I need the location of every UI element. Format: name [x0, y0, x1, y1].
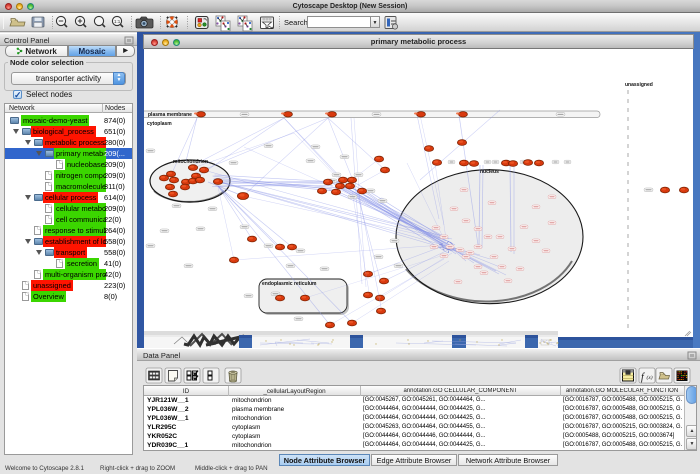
svg-text:(x): (x) [647, 374, 653, 381]
svg-text:endoplasmic reticulum: endoplasmic reticulum [262, 281, 317, 287]
svg-text:1:1: 1:1 [114, 19, 121, 24]
svg-text:cytoplasm: cytoplasm [147, 121, 172, 127]
svg-text:plasma membrane: plasma membrane [148, 112, 192, 118]
svg-text:mitochondrion: mitochondrion [173, 159, 208, 165]
svg-text:nucleus: nucleus [480, 169, 499, 175]
svg-text:unassigned: unassigned [625, 82, 653, 88]
